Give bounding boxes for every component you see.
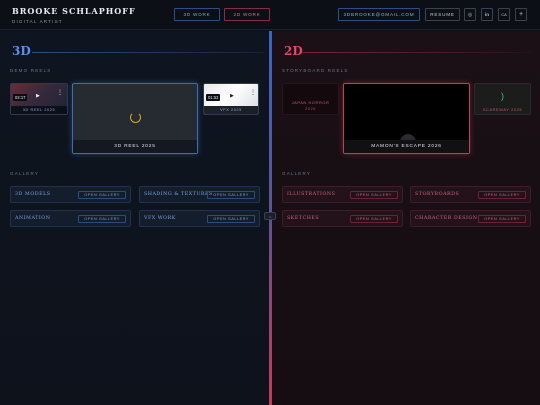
more-options-icon[interactable]: ⋮ [250, 90, 256, 96]
email-link[interactable]: 3DBROOKE@GMAIL.COM [338, 8, 420, 21]
gallery-name: CHARACTER DESIGN [415, 216, 478, 221]
title-rule-3d [32, 52, 264, 53]
open-gallery-button[interactable]: OPEN GALLERY [78, 191, 126, 199]
gallery-name: SKETCHES [287, 216, 320, 221]
crescent-icon: ) [501, 91, 504, 101]
artist-name: BROOKE SCHLAPHOFF [12, 6, 136, 16]
gallery-card-vfx-work[interactable]: VFX WORK OPEN GALLERY [139, 210, 260, 227]
open-gallery-button[interactable]: OPEN GALLERY [350, 215, 398, 223]
section-title-2d: 2D [284, 44, 303, 58]
open-gallery-button[interactable]: OPEN GALLERY [207, 191, 255, 199]
language-ca-button[interactable]: CA [498, 8, 510, 21]
reel-thumbnail-3d-2025[interactable]: 02:17 ▶ ⋮ 3D REEL 2025 [10, 83, 68, 115]
gallery-card-sketches[interactable]: SKETCHES OPEN GALLERY [282, 210, 403, 227]
resume-button[interactable]: RESUME [425, 8, 460, 21]
open-gallery-button[interactable]: OPEN GALLERY [478, 191, 526, 199]
gallery-label-2d: GALLERY [282, 171, 312, 176]
nav-3d-work-button[interactable]: 3D WORK [174, 8, 220, 21]
loading-spinner-icon [130, 112, 141, 123]
globe-icon[interactable]: ◎ [464, 8, 476, 21]
play-icon[interactable]: ▶ [36, 93, 40, 99]
brand[interactable]: BROOKE SCHLAPHOFF DIGITAL ARTIST [12, 6, 136, 24]
reel-duration: 02:17 [13, 94, 28, 101]
story-caption: SCAREWAY 2025 [482, 107, 523, 112]
storyboard-reels-label: STORYBOARD REELS [282, 68, 349, 73]
main-storyboard-player[interactable]: MAMON'S ESCAPE 2026 [343, 83, 470, 154]
main-story-caption: MAMON'S ESCAPE 2026 [344, 140, 469, 153]
open-gallery-button[interactable]: OPEN GALLERY [478, 215, 526, 223]
reel-caption: VFX 2025 [204, 106, 258, 114]
gallery-card-3d-models[interactable]: 3D MODELS OPEN GALLERY [10, 186, 131, 203]
gallery-name: ILLUSTRATIONS [287, 192, 336, 197]
more-options-icon[interactable]: ⋮ [57, 90, 63, 96]
reel-thumbnail-vfx-2025[interactable]: 01:52 ▶ ⋮ VFX 2025 [203, 83, 259, 115]
story-title: JAPAN HORROR [291, 100, 330, 105]
plus-icon[interactable]: + [515, 8, 527, 21]
divider-drag-handle-icon[interactable]: ⇔ [264, 212, 276, 220]
section-title-3d: 3D [12, 44, 31, 58]
story-year: 2026 [304, 106, 317, 111]
gallery-label-3d: GALLERY [10, 171, 40, 176]
gallery-name: SHADING & TEXTURES [144, 192, 213, 197]
main-reel-player-3d[interactable]: 3D REEL 2025 [72, 83, 198, 154]
story-thumbnail-scareway[interactable]: ) SCAREWAY 2025 [474, 83, 531, 115]
gallery-name: ANIMATION [15, 216, 51, 221]
demo-reels-label: DEMO REELS [10, 68, 52, 73]
gallery-card-illustrations[interactable]: ILLUSTRATIONS OPEN GALLERY [282, 186, 403, 203]
gallery-card-animation[interactable]: ANIMATION OPEN GALLERY [10, 210, 131, 227]
reel-caption: 3D REEL 2025 [11, 106, 67, 114]
gallery-name: VFX WORK [144, 216, 176, 221]
gallery-name: 3D MODELS [15, 192, 51, 197]
open-gallery-button[interactable]: OPEN GALLERY [78, 215, 126, 223]
main-reel-caption: 3D REEL 2025 [73, 140, 197, 153]
story-thumbnail-japan-horror[interactable]: JAPAN HORROR 2026 [282, 83, 339, 115]
gallery-card-storyboards[interactable]: STORYBOARDS OPEN GALLERY [410, 186, 531, 203]
linkedin-icon[interactable]: in [481, 8, 493, 21]
open-gallery-button[interactable]: OPEN GALLERY [207, 215, 255, 223]
reel-duration: 01:52 [206, 94, 221, 101]
title-rule-2d [303, 52, 531, 53]
site-header: BROOKE SCHLAPHOFF DIGITAL ARTIST 3D WORK… [0, 0, 540, 30]
nav-2d-work-button[interactable]: 2D WORK [224, 8, 270, 21]
play-icon[interactable]: ▶ [230, 93, 234, 99]
artist-role: DIGITAL ARTIST [12, 19, 63, 24]
open-gallery-button[interactable]: OPEN GALLERY [350, 191, 398, 199]
gallery-card-shading-textures[interactable]: SHADING & TEXTURES OPEN GALLERY [139, 186, 260, 203]
gallery-name: STORYBOARDS [415, 192, 460, 197]
gallery-card-character-design[interactable]: CHARACTER DESIGN OPEN GALLERY [410, 210, 531, 227]
